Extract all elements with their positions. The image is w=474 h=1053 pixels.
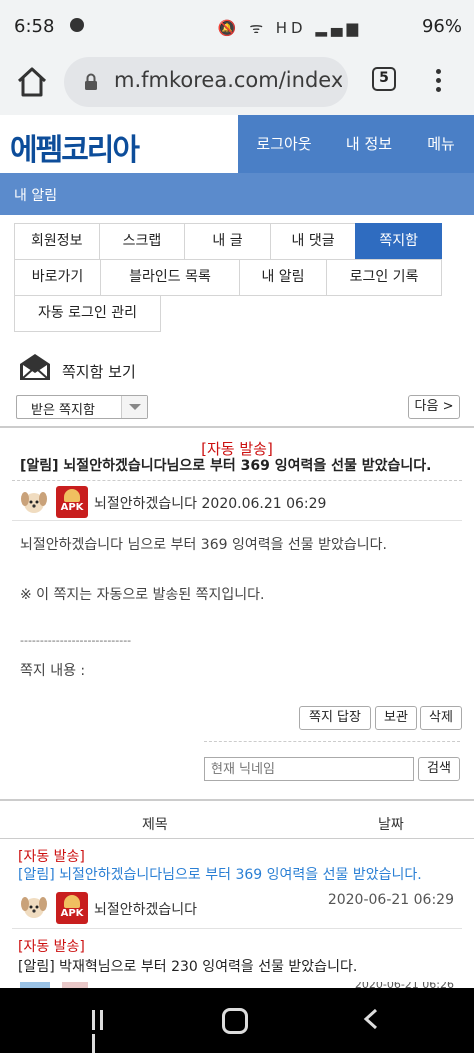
divider (12, 520, 462, 521)
nickname-search-input[interactable] (204, 757, 414, 781)
list-item-date: 2020-06-21 06:29 (327, 892, 454, 908)
delete-button[interactable]: 삭제 (420, 706, 462, 730)
tab-shortcuts[interactable]: 바로가기 (14, 259, 101, 296)
list-header-date: 날짜 (378, 817, 404, 833)
tab-my-notifications[interactable]: 내 알림 (239, 259, 327, 296)
battery-percent: 96% (421, 16, 462, 37)
message-subject: [알림] 뇌절안하겠습니다님으로 부터 369 잉여력을 선물 받았습니다. (20, 458, 432, 474)
message-box-header: 쪽지함 보기 (18, 352, 318, 386)
message-sender-info[interactable]: 뇌절안하겠습니다 2020.06.21 06:29 (94, 493, 326, 513)
android-nav-bar (0, 988, 474, 1053)
message-content-label: 쪽지 내용 : (20, 663, 86, 679)
home-icon[interactable] (14, 64, 50, 100)
divider (204, 741, 460, 742)
section-title: 내 알림 (14, 188, 58, 204)
logout-link[interactable]: 로그아웃 (238, 115, 330, 173)
account-tab-grid: 회원정보 스크랩 내 글 내 댓글 쪽지함 바로가기 블라인드 목록 내 알림 … (14, 223, 442, 332)
tab-message-box[interactable]: 쪽지함 (355, 223, 442, 260)
section-bar: 내 알림 (0, 173, 474, 215)
divider (12, 928, 462, 929)
site-header: 에펨코리아 로그아웃 내 정보 메뉴 (0, 115, 474, 173)
list-item-sender[interactable]: 뇌절안하겠습니다 (94, 899, 197, 919)
divider (0, 799, 474, 801)
apk-badge-icon: APK (56, 892, 88, 924)
message-separator: ---------------------------- (20, 634, 132, 647)
list-item-subject[interactable]: [알림] 뇌절안하겠습니다님으로 부터 369 잉여력을 선물 받았습니다. (18, 864, 422, 884)
next-button[interactable]: 다음 > (408, 395, 460, 419)
back-icon[interactable] (362, 1008, 380, 1030)
divider (0, 838, 474, 839)
list-item-subject[interactable]: [알림] 박재혁님으로 부터 230 잉여력을 선물 받았습니다. (18, 956, 357, 976)
my-info-link[interactable]: 내 정보 (330, 115, 408, 173)
divider (12, 480, 462, 481)
tab-member-info[interactable]: 회원정보 (14, 223, 100, 260)
auto-send-tag: [자동 발송] (18, 849, 85, 865)
url-text: m.fmkorea.com/index. (114, 68, 342, 92)
message-box-title: 쪽지함 보기 (62, 363, 136, 381)
mailbox-select-value: 받은 쪽지함 (31, 403, 95, 418)
lock-icon (84, 73, 98, 91)
tab-switcher-button[interactable]: 5 (372, 67, 396, 91)
recents-icon[interactable] (92, 1010, 112, 1053)
home-button-icon[interactable] (222, 1008, 248, 1034)
dog-avatar-icon (20, 894, 48, 920)
mailbox-select[interactable]: 받은 쪽지함 (16, 395, 148, 419)
divider (0, 426, 474, 428)
tab-my-posts[interactable]: 내 글 (184, 223, 271, 260)
system-icons: 🔕 ᯤ HD ▂▄▆ (217, 19, 362, 37)
tab-blind-list[interactable]: 블라인드 목록 (100, 259, 240, 296)
overflow-menu-icon[interactable] (428, 66, 448, 96)
apk-badge-icon: APK (56, 486, 88, 518)
status-time: 6:58 (14, 16, 55, 37)
search-button[interactable]: 검색 (418, 757, 460, 781)
dog-avatar-icon (20, 489, 48, 515)
site-logo[interactable]: 에펨코리아 (10, 125, 140, 169)
message-body-line: 뇌절안하겠습니다 님으로 부터 369 잉여력을 선물 받았습니다. (20, 537, 387, 553)
soccer-ball-icon (70, 18, 84, 32)
reply-button[interactable]: 쪽지 답장 (299, 706, 371, 730)
envelope-icon (18, 352, 52, 382)
auto-send-tag: [자동 발송] (18, 939, 85, 955)
status-bar: 6:58 🔕 ᯤ HD ▂▄▆ 96% (0, 0, 474, 52)
address-bar[interactable]: m.fmkorea.com/index. (64, 57, 348, 107)
browser-toolbar: m.fmkorea.com/index. 5 (0, 52, 474, 115)
menu-link[interactable]: 메뉴 (408, 115, 474, 173)
tab-login-history[interactable]: 로그인 기록 (326, 259, 442, 296)
tab-auto-login[interactable]: 자동 로그인 관리 (14, 295, 161, 332)
save-button[interactable]: 보관 (375, 706, 417, 730)
top-nav: 로그아웃 내 정보 메뉴 (238, 115, 474, 173)
list-header-title: 제목 (142, 817, 168, 833)
message-body-note: ※ 이 쪽지는 자동으로 발송된 쪽지입니다. (20, 587, 265, 603)
tab-scrap[interactable]: 스크랩 (98, 223, 186, 260)
chevron-down-icon (121, 396, 147, 418)
tab-my-comments[interactable]: 내 댓글 (269, 223, 357, 260)
